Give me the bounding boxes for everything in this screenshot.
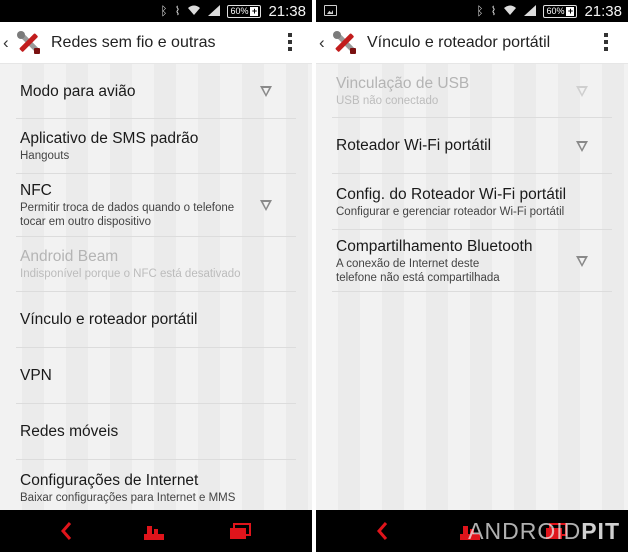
action-bar: ‹ Vínculo e roteador portátil [316, 22, 628, 64]
settings-tools-icon[interactable] [331, 29, 359, 57]
wifi-hotspot-item[interactable]: Roteador Wi-Fi portátil [332, 118, 612, 174]
wifi-icon [503, 5, 517, 18]
overflow-menu-icon[interactable] [604, 33, 608, 51]
watermark-part1: ANDROID [468, 518, 582, 544]
clock: 21:38 [584, 2, 622, 20]
checkbox-icon[interactable] [574, 138, 590, 154]
image-notification-icon [324, 5, 337, 16]
checkbox-icon[interactable] [574, 253, 590, 269]
nfc-item[interactable]: NFC Permitir troca de dados quando o tel… [16, 174, 296, 237]
item-subtitle: Baixar configurações para Internet e MMS [20, 492, 236, 504]
vibrate-icon: ⌇ [174, 4, 181, 18]
right-screen: ᛒ ⌇ 60% + 21:38 ‹ Vínculo e roteador por… [316, 0, 628, 552]
item-subtitle: Hangouts [20, 150, 70, 162]
item-subtitle: Permitir troca de dados quando o telefon… [20, 202, 235, 228]
checkbox-icon[interactable] [258, 83, 274, 99]
clock: 21:38 [268, 2, 306, 20]
checkbox-icon[interactable] [258, 197, 274, 213]
action-bar: ‹ Redes sem fio e outras [0, 22, 312, 64]
page-title: Vínculo e roteador portátil [367, 33, 551, 51]
back-nav-icon[interactable] [374, 520, 390, 542]
recent-apps-icon[interactable] [228, 520, 252, 542]
item-title: Aplicativo de SMS padrão [20, 130, 199, 147]
usb-tethering-item: Vinculação de USB USB não conectado [332, 64, 612, 118]
vpn-item[interactable]: VPN [16, 348, 296, 404]
bluetooth-icon: ᛒ [476, 4, 484, 18]
airplane-mode-item[interactable]: Modo para avião [16, 64, 296, 119]
signal-icon [208, 4, 221, 18]
back-nav-icon[interactable] [58, 520, 74, 542]
item-title: VPN [20, 367, 52, 384]
default-sms-app-item[interactable]: Aplicativo de SMS padrão Hangouts [16, 119, 296, 174]
androidpit-watermark: ANDROIDPIT [468, 518, 620, 545]
left-screen: ᛒ ⌇ 60% + 21:38 ‹ Redes sem fio e outras [0, 0, 312, 552]
battery-indicator: 60% + [227, 4, 262, 18]
settings-list: Modo para avião Aplicativo de SMS padrão… [0, 64, 312, 516]
status-bar: ᛒ ⌇ 60% + 21:38 [0, 0, 312, 22]
internet-settings-item[interactable]: Configurações de Internet Baixar configu… [16, 460, 296, 516]
back-chevron-icon[interactable]: ‹ [319, 34, 329, 51]
bluetooth-tethering-item[interactable]: Compartilhamento Bluetooth A conexão de … [332, 230, 612, 292]
item-subtitle: A conexão de Internet deste telefone não… [336, 257, 500, 284]
wifi-icon [187, 5, 201, 18]
item-title: Modo para avião [20, 82, 136, 100]
item-subtitle: Configurar e gerenciar roteador Wi-Fi po… [336, 205, 565, 218]
item-title: Redes móveis [20, 423, 119, 440]
item-title: Config. do Roteador Wi-Fi portátil [336, 185, 567, 203]
tethering-item[interactable]: Vínculo e roteador portátil [16, 292, 296, 348]
battery-level: 60% [230, 6, 249, 16]
bluetooth-icon: ᛒ [160, 4, 168, 18]
settings-list: Vinculação de USB USB não conectado Rote… [316, 64, 628, 292]
checkbox-icon [576, 85, 588, 97]
page-title: Redes sem fio e outras [51, 33, 216, 51]
item-subtitle: Indisponível porque o NFC está desativad… [20, 268, 241, 280]
android-beam-item: Android Beam Indisponível porque o NFC e… [16, 237, 296, 292]
status-bar: ᛒ ⌇ 60% + 21:38 [316, 0, 628, 22]
item-title: Android Beam [20, 248, 119, 265]
battery-level: 60% [546, 6, 565, 16]
navigation-bar: ANDROIDPIT [316, 510, 628, 552]
overflow-menu-icon[interactable] [288, 33, 292, 51]
item-title: Configurações de Internet [20, 472, 199, 489]
back-chevron-icon[interactable]: ‹ [3, 34, 13, 51]
battery-indicator: 60% + [543, 4, 578, 18]
charging-icon: + [566, 5, 575, 16]
item-title: Compartilhamento Bluetooth [336, 237, 533, 255]
item-title: Vinculação de USB [336, 74, 470, 92]
settings-tools-icon[interactable] [15, 29, 43, 57]
vibrate-icon: ⌇ [490, 4, 497, 18]
item-subtitle: USB não conectado [336, 94, 439, 107]
item-title: Vínculo e roteador portátil [20, 311, 198, 328]
watermark-part2: PIT [581, 518, 620, 544]
signal-icon [524, 4, 537, 18]
item-title: Roteador Wi-Fi portátil [336, 137, 492, 154]
home-nav-icon[interactable] [142, 520, 166, 542]
charging-icon: + [250, 5, 259, 16]
navigation-bar [0, 510, 312, 552]
item-title: NFC [20, 182, 52, 199]
mobile-networks-item[interactable]: Redes móveis [16, 404, 296, 460]
hotspot-config-item[interactable]: Config. do Roteador Wi-Fi portátil Confi… [332, 174, 612, 230]
